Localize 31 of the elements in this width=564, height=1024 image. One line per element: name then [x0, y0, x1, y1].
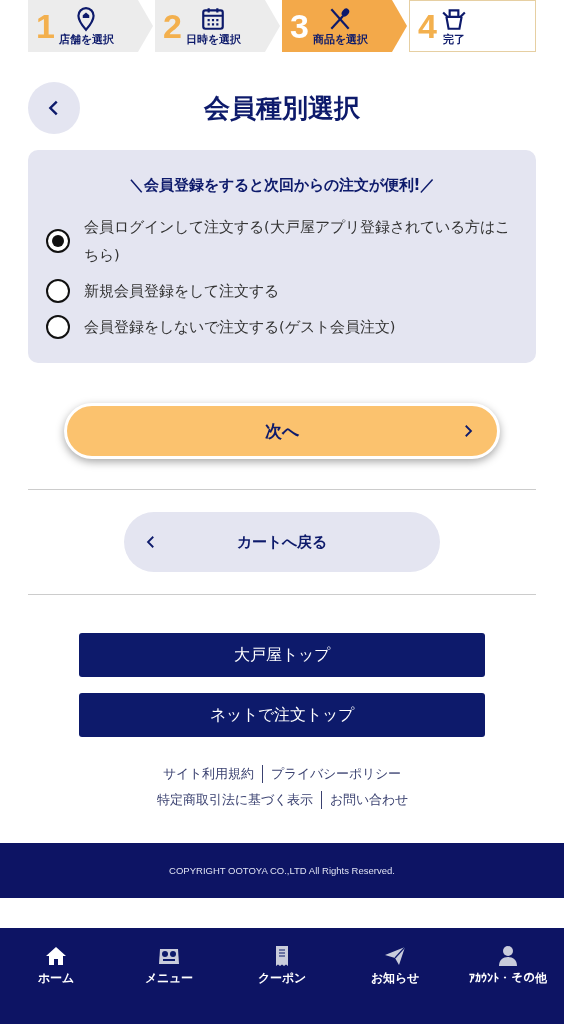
next-button[interactable]: 次へ [64, 403, 500, 459]
option-label[interactable]: 会員登録をしないで注文する(ゲスト会員注文) [84, 313, 396, 341]
step-number: 4 [418, 6, 437, 46]
step-number: 3 [290, 6, 309, 46]
footer-link[interactable]: プライバシーポリシー [262, 765, 409, 783]
step-label: 日時を選択 [185, 31, 241, 47]
back-to-cart-button[interactable]: カートへ戻る [124, 512, 440, 572]
tab-bar-item[interactable]: ホーム [0, 944, 113, 1024]
footer-link[interactable]: お問い合わせ [320, 791, 416, 809]
tab-bar-item[interactable]: メニュー [112, 944, 226, 1024]
calendar-icon [200, 5, 227, 32]
step-label: 店舗を選択 [58, 31, 114, 47]
nav-button[interactable]: ネットで注文トップ [79, 693, 485, 737]
step-label: 完了 [442, 31, 465, 47]
page-title: 会員種別選択 [203, 91, 361, 125]
footer-link[interactable]: サイト利用規約 [155, 765, 262, 783]
radio-button[interactable] [46, 315, 70, 339]
tab-bar-item[interactable]: ｱｶｳﾝﾄ・その他 [451, 944, 564, 1024]
radio-button[interactable] [46, 229, 70, 253]
tab-bar-item[interactable]: お知らせ [338, 944, 452, 1024]
radio-button[interactable] [46, 279, 70, 303]
step-number: 2 [163, 6, 182, 46]
card-heading: ＼会員登録をすると次回からの注文が便利!／ [127, 176, 437, 195]
step-number: 1 [36, 6, 55, 46]
option-label[interactable]: 会員ログインして注文する(大戸屋アプリ登録されている方はこちら) [84, 213, 518, 269]
nav-button[interactable]: 大戸屋トップ [79, 633, 485, 677]
option-label[interactable]: 新規会員登録をして注文する [84, 277, 279, 305]
copyright-text: COPYRIGHT OOTOYA CO.,LTD All Rights Reserved. [169, 865, 395, 876]
tab-bar-item[interactable]: クーポン [225, 944, 339, 1024]
step-label: 商品を選択 [312, 31, 368, 47]
footer-link[interactable]: 特定商取引法に基づく表示 [148, 791, 321, 809]
